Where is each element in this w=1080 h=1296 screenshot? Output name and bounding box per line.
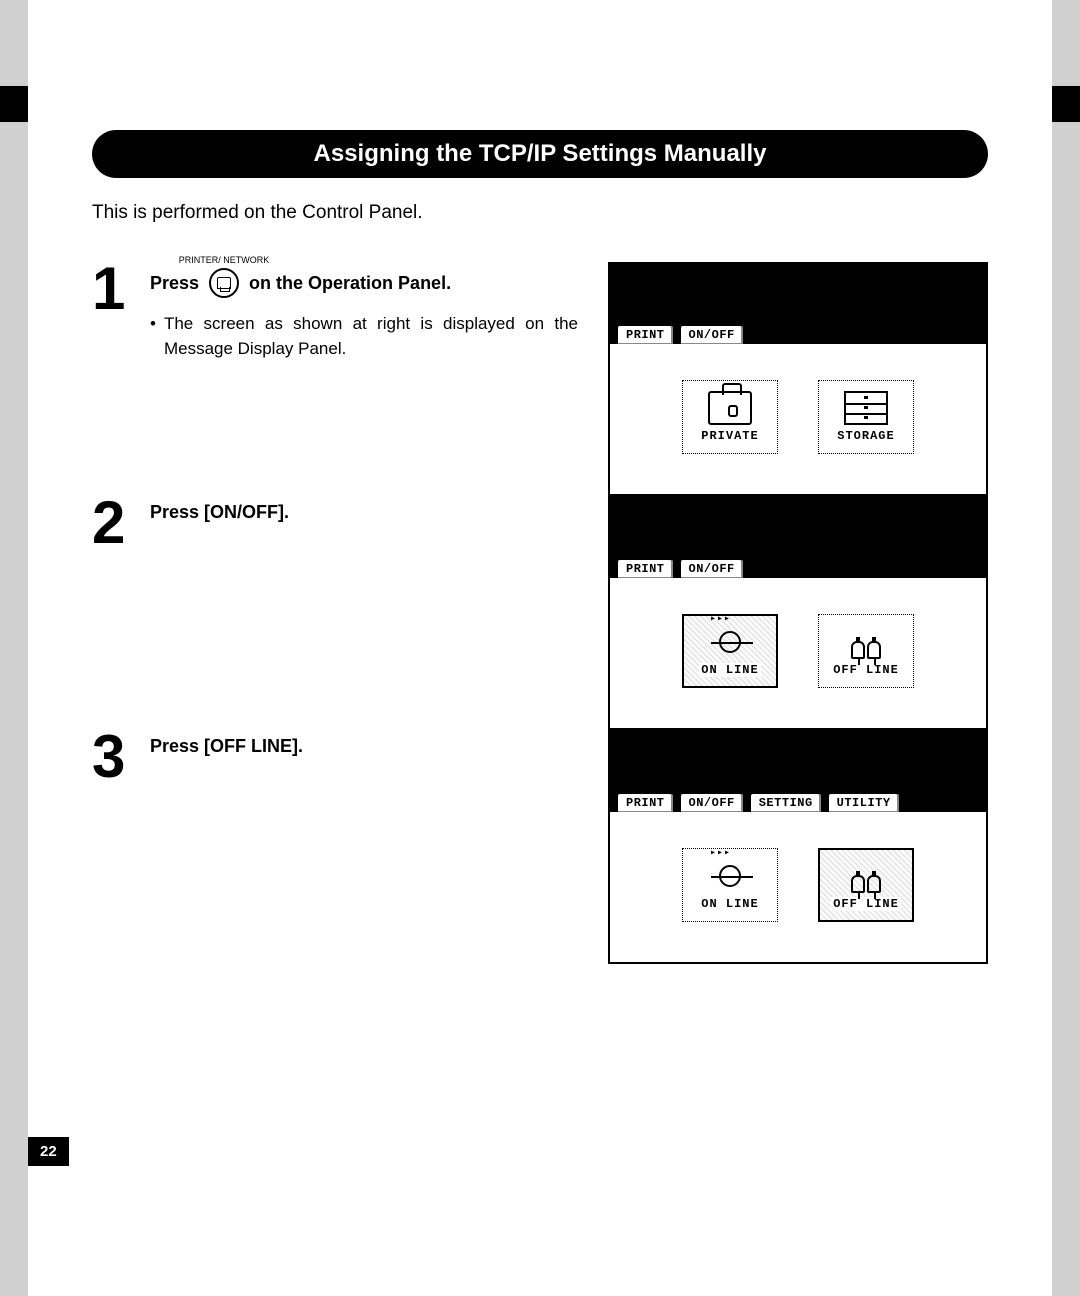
tab-onoff[interactable]: ON/OFF	[679, 792, 745, 812]
button-caption: PRINTER/ NETWORK	[179, 256, 270, 265]
step-3: 3 Press [OFF LINE]. PRINT ON/OFF SETTING…	[92, 730, 988, 964]
lcd-button-online[interactable]: ▸▸▸ ON LINE	[682, 848, 778, 922]
lcd-tabs: PRINT ON/OFF	[610, 554, 986, 578]
tab-print[interactable]: PRINT	[616, 792, 675, 812]
tab-onoff[interactable]: ON/OFF	[679, 324, 745, 344]
lcd-button-offline[interactable]: OFF LINE	[818, 614, 914, 688]
intro-text: This is performed on the Control Panel.	[92, 202, 988, 224]
step-number: 2	[92, 496, 132, 550]
online-icon: ▸▸▸	[708, 625, 752, 659]
offline-icon	[844, 859, 888, 893]
bullet-text: The screen as shown at right is displaye…	[164, 312, 578, 361]
lcd-screen-3: PRINT ON/OFF SETTING UTILITY ▸▸▸ ON LINE…	[608, 730, 988, 964]
lcd-button-online[interactable]: ▸▸▸ ON LINE	[682, 614, 778, 688]
briefcase-icon	[708, 391, 752, 425]
tab-utility[interactable]: UTILITY	[827, 792, 901, 812]
step-2: 2 Press [ON/OFF]. PRINT ON/OFF	[92, 496, 988, 730]
page: Assigning the TCP/IP Settings Manually T…	[28, 0, 1052, 1296]
tab-print[interactable]: PRINT	[616, 324, 675, 344]
step-1: 1 Press PRINTER/ NETWORK on the Operatio…	[92, 262, 988, 496]
lcd-tabs: PRINT ON/OFF SETTING UTILITY	[610, 788, 986, 812]
lcd-label: ON LINE	[701, 897, 758, 911]
lcd-label: STORAGE	[837, 429, 894, 443]
lcd-screen-1: PRINT ON/OFF PRIVATE STORAGE	[608, 262, 988, 496]
lcd-button-storage[interactable]: STORAGE	[818, 380, 914, 454]
cabinet-icon	[844, 391, 888, 425]
page-number: 22	[28, 1137, 69, 1166]
lcd-button-private[interactable]: PRIVATE	[682, 380, 778, 454]
lcd-label: OFF LINE	[833, 663, 899, 677]
bullet-dot: •	[150, 312, 156, 361]
step-title: Press PRINTER/ NETWORK on the Operation …	[150, 268, 578, 298]
lcd-tabs: PRINT ON/OFF	[610, 320, 986, 344]
section-heading: Assigning the TCP/IP Settings Manually	[92, 130, 988, 178]
tab-onoff[interactable]: ON/OFF	[679, 558, 745, 578]
step-title: Press [ON/OFF].	[150, 502, 578, 523]
lcd-label: OFF LINE	[831, 897, 901, 911]
step-number: 3	[92, 730, 132, 784]
tab-print[interactable]: PRINT	[616, 558, 675, 578]
offline-icon	[844, 625, 888, 659]
printer-network-button-icon: PRINTER/ NETWORK	[209, 268, 239, 298]
lcd-button-offline[interactable]: OFF LINE	[818, 848, 914, 922]
tab-setting[interactable]: SETTING	[749, 792, 823, 812]
online-icon: ▸▸▸	[708, 859, 752, 893]
step-title-text: Press [ON/OFF].	[150, 502, 289, 523]
step-title-before: Press	[150, 273, 199, 294]
step-bullet: • The screen as shown at right is displa…	[150, 312, 578, 361]
lcd-label: ON LINE	[699, 663, 760, 677]
step-title-text: Press [OFF LINE].	[150, 736, 303, 757]
printer-icon	[217, 277, 231, 289]
step-title: Press [OFF LINE].	[150, 736, 578, 757]
step-title-after: on the Operation Panel.	[249, 273, 451, 294]
step-number: 1	[92, 262, 132, 361]
lcd-label: PRIVATE	[701, 429, 758, 443]
lcd-screen-2: PRINT ON/OFF ▸▸▸ ON LINE OFF LINE	[608, 496, 988, 730]
